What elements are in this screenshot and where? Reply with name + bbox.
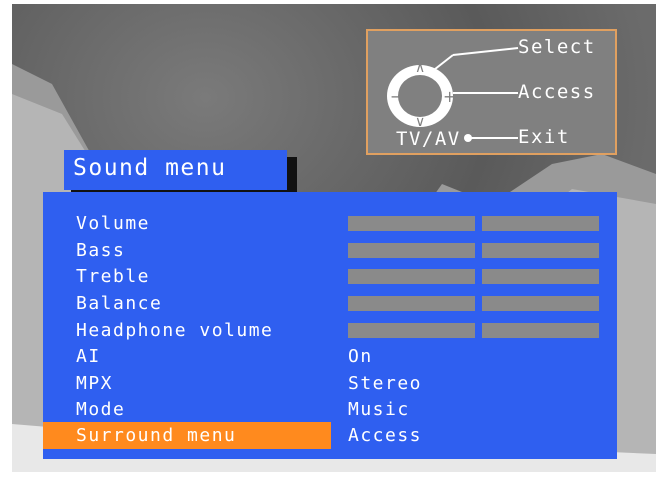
menu-item-balance[interactable]: Balance [43,290,617,317]
level-bar [482,323,599,338]
level-bar [482,216,599,231]
menu-item-label: AI [76,346,101,367]
menu-title: Sound menu [64,150,287,190]
menu-item-label: Volume [76,213,151,234]
menu-item-headphone-volume[interactable]: Headphone volume [43,317,617,344]
level-bar [482,243,599,258]
level-bar [348,243,475,258]
access-label: Access [518,81,596,103]
menu-item-label: Bass [76,240,126,261]
svg-text:∧: ∧ [415,60,427,76]
menu-item-value: Stereo [348,373,423,394]
menu-item-mpx[interactable]: MPX Stereo [43,370,617,397]
menu-item-label: Treble [76,266,151,287]
level-bar [482,269,599,284]
menu-item-treble[interactable]: Treble [43,263,617,290]
menu-item-value: On [348,346,373,367]
select-label: Select [518,36,596,58]
level-bar [348,323,475,338]
menu-item-value: Music [348,399,410,420]
menu-item-bass[interactable]: Bass [43,237,617,264]
remote-help-panel: ∧ ∨ − + Select Access Exit TV/AV [366,29,617,155]
svg-text:−: − [390,87,405,106]
menu-item-label: Headphone volume [76,320,274,341]
level-bar [482,296,599,311]
menu-item-surround-menu[interactable]: Surround menu Access [43,422,617,449]
menu-item-label: Surround menu [76,425,237,446]
menu-item-label: Mode [76,399,126,420]
menu-item-ai[interactable]: AI On [43,343,617,370]
sound-menu-panel: Volume Bass Treble Balance Headphone vol… [43,192,617,459]
level-bar [348,296,475,311]
menu-item-value: Access [348,425,423,446]
menu-item-label: MPX [76,373,114,394]
menu-item-label: Balance [76,293,163,314]
menu-item-mode[interactable]: Mode Music [43,396,617,423]
level-bar [348,216,475,231]
menu-item-volume[interactable]: Volume [43,210,617,237]
tvav-label: TV/AV [396,128,461,150]
svg-text:+: + [443,87,458,106]
exit-label: Exit [518,126,570,148]
level-bar [348,269,475,284]
